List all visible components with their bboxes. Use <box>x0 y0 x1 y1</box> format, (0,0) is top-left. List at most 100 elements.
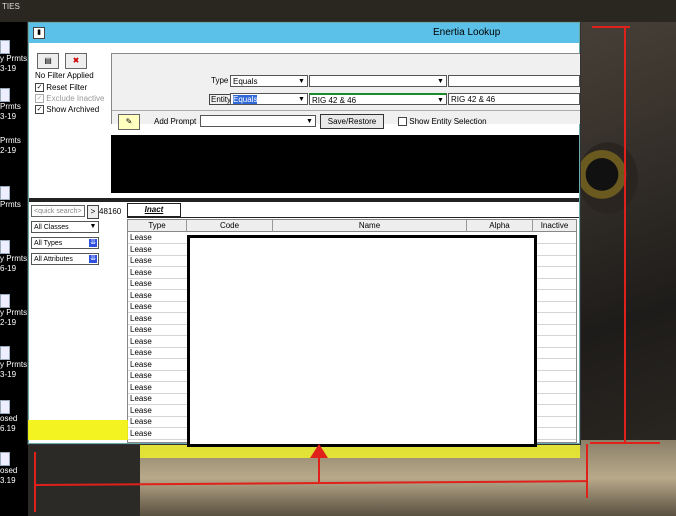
cell-type: Lease <box>130 336 152 346</box>
annotation-stroke <box>34 452 36 512</box>
chevron-down-icon: ▼ <box>437 97 444 104</box>
desktop-icon-sublabel: 3-19 <box>0 370 17 379</box>
cell-type: Lease <box>130 325 152 334</box>
tab-inact[interactable]: Inact <box>127 203 181 217</box>
enertia-lookup-window: ▮ Enertia Lookup ▤ ✖ No Filter Applied ✓… <box>28 22 580 447</box>
desktop-icon[interactable]: osed 6.19 <box>0 400 28 434</box>
desktop-icon-label: y Prmts <box>0 360 28 369</box>
window-title: Enertia Lookup <box>433 27 501 38</box>
entity-value-select[interactable]: RIG 42 & 46 ▼ <box>309 93 447 105</box>
desktop-icon[interactable]: y Prmts 6-19 <box>0 240 28 274</box>
desktop-icon[interactable]: y Prmts 3-19 <box>0 40 28 74</box>
type-value-select[interactable]: ▼ <box>309 75 447 87</box>
desktop-icon[interactable]: osed 3.19 <box>0 452 28 486</box>
column-header-code[interactable]: Code <box>187 220 273 232</box>
show-entity-selection-checkbox[interactable] <box>398 117 407 127</box>
double-chevron-down-icon: ⇊ <box>89 239 97 247</box>
entity-operator-select[interactable]: Equals ▼ <box>230 93 308 105</box>
exclude-inactive-checkbox[interactable]: ✓ <box>35 94 44 104</box>
show-entity-selection-option[interactable]: Show Entity Selection <box>398 117 487 127</box>
cell-type: Lease <box>130 244 152 254</box>
classes-filter-select[interactable]: All Classes ▼ <box>31 221 99 233</box>
attributes-filter-select[interactable]: All Attributes ⇊ <box>31 253 99 265</box>
cell-type: Lease <box>130 267 152 277</box>
show-archived-label: Show Archived <box>46 105 100 114</box>
desktop-icon-sublabel: 6.19 <box>0 424 16 433</box>
wallpaper-cat-eye <box>578 142 638 214</box>
desktop-icon-label: Prmts <box>0 200 21 209</box>
chevron-down-icon: ▼ <box>298 96 305 103</box>
entity-value2-field[interactable]: RIG 42 & 46 <box>448 93 580 105</box>
cell-type: Lease <box>130 382 152 392</box>
column-header-inactive[interactable]: Inactive <box>533 220 576 232</box>
column-header-alpha[interactable]: Alpha <box>467 220 533 232</box>
desktop-top-label: TIES <box>2 2 20 11</box>
desktop-icon-sublabel: 2-19 <box>0 146 17 155</box>
desktop-icon[interactable]: Prmts 3-19 <box>0 88 28 122</box>
pencil-icon-button[interactable]: ✎ <box>118 114 140 130</box>
quick-search-go-button[interactable]: > <box>87 205 99 219</box>
cell-type: Lease <box>130 313 152 323</box>
highlight-mark-left <box>28 420 128 440</box>
document-icon <box>0 294 10 308</box>
desktop-top-strip: TIES <box>0 0 676 22</box>
document-icon <box>0 346 10 360</box>
desktop-icon-label: Prmts <box>0 102 21 111</box>
desktop-icon-sublabel: 6-19 <box>0 264 17 273</box>
double-chevron-down-icon: ⇊ <box>89 255 97 263</box>
desktop-icon-label: y Prmts <box>0 308 28 317</box>
column-header-type[interactable]: Type <box>128 220 187 232</box>
cell-type: Lease <box>130 348 152 357</box>
cell-type: Lease <box>130 394 152 403</box>
desktop-icon[interactable]: Prmts 2-19 <box>0 136 28 156</box>
desktop-icon-label: osed <box>0 466 18 475</box>
types-filter-select[interactable]: All Types ⇊ <box>31 237 99 249</box>
clear-filter-icon-button[interactable]: ✖ <box>65 53 87 69</box>
document-icon <box>0 186 10 200</box>
types-filter-value: All Types <box>34 240 63 247</box>
title-bar[interactable]: ▮ Enertia Lookup <box>29 23 579 43</box>
preview-panel <box>111 135 579 193</box>
document-icon <box>0 240 10 254</box>
desktop-icon-label: osed <box>0 414 18 423</box>
desktop-icon-sublabel: 3-19 <box>0 112 17 121</box>
type-value2-field[interactable] <box>448 75 580 87</box>
cell-type: Lease <box>130 279 152 288</box>
reset-filter-label: Reset Filter <box>46 83 88 92</box>
add-prompt-select[interactable]: ▼ <box>200 115 316 127</box>
desktop-icon[interactable]: y Prmts 3-19 <box>0 346 28 380</box>
desktop-icon-label: Prmts <box>0 136 21 145</box>
cell-type: Lease <box>130 371 152 380</box>
type-label: Type <box>211 76 229 85</box>
cell-type: Lease <box>130 233 152 242</box>
exclude-inactive-option[interactable]: ✓ Exclude Inactive <box>35 94 105 104</box>
entity-value2: RIG 42 & 46 <box>451 95 496 104</box>
quick-search-input[interactable]: <quick search> <box>31 205 85 217</box>
desktop-icon[interactable]: y Prmts 2-19 <box>0 294 28 328</box>
annotation-stroke <box>590 442 660 444</box>
cell-type: Lease <box>130 290 152 300</box>
splitter-bar[interactable] <box>29 198 579 202</box>
chevron-down-icon: ▼ <box>437 78 444 85</box>
criteria-panel: Type Equals ▼ ▼ Entity Equals ▼ RIG 42 & 4… <box>111 53 580 130</box>
add-prompt-label: Add Prompt <box>154 117 197 126</box>
filter-icon-button[interactable]: ▤ <box>37 53 59 69</box>
filter-status: No Filter Applied <box>35 71 94 80</box>
type-operator-select[interactable]: Equals ▼ <box>230 75 308 87</box>
type-operator-value: Equals <box>233 77 258 86</box>
desktop-icon-label: y Prmts <box>0 254 28 263</box>
reset-filter-option[interactable]: ✓ Reset Filter <box>35 83 88 93</box>
column-header-name[interactable]: Name <box>273 220 467 232</box>
show-archived-option[interactable]: ✓ Show Archived <box>35 105 100 115</box>
chevron-down-icon: ▼ <box>306 118 313 125</box>
entity-operator-value: Equals <box>233 95 258 104</box>
show-archived-checkbox[interactable]: ✓ <box>35 105 44 115</box>
annotation-stroke <box>586 444 588 498</box>
desktop-icon[interactable]: Prmts <box>0 186 28 210</box>
cell-type: Lease <box>130 405 152 415</box>
save-restore-button[interactable]: Save/Restore <box>320 114 384 129</box>
reset-filter-checkbox[interactable]: ✓ <box>35 83 44 93</box>
chevron-down-icon: ▼ <box>89 223 97 231</box>
attributes-filter-value: All Attributes <box>34 256 73 263</box>
cell-type: Lease <box>130 417 152 426</box>
